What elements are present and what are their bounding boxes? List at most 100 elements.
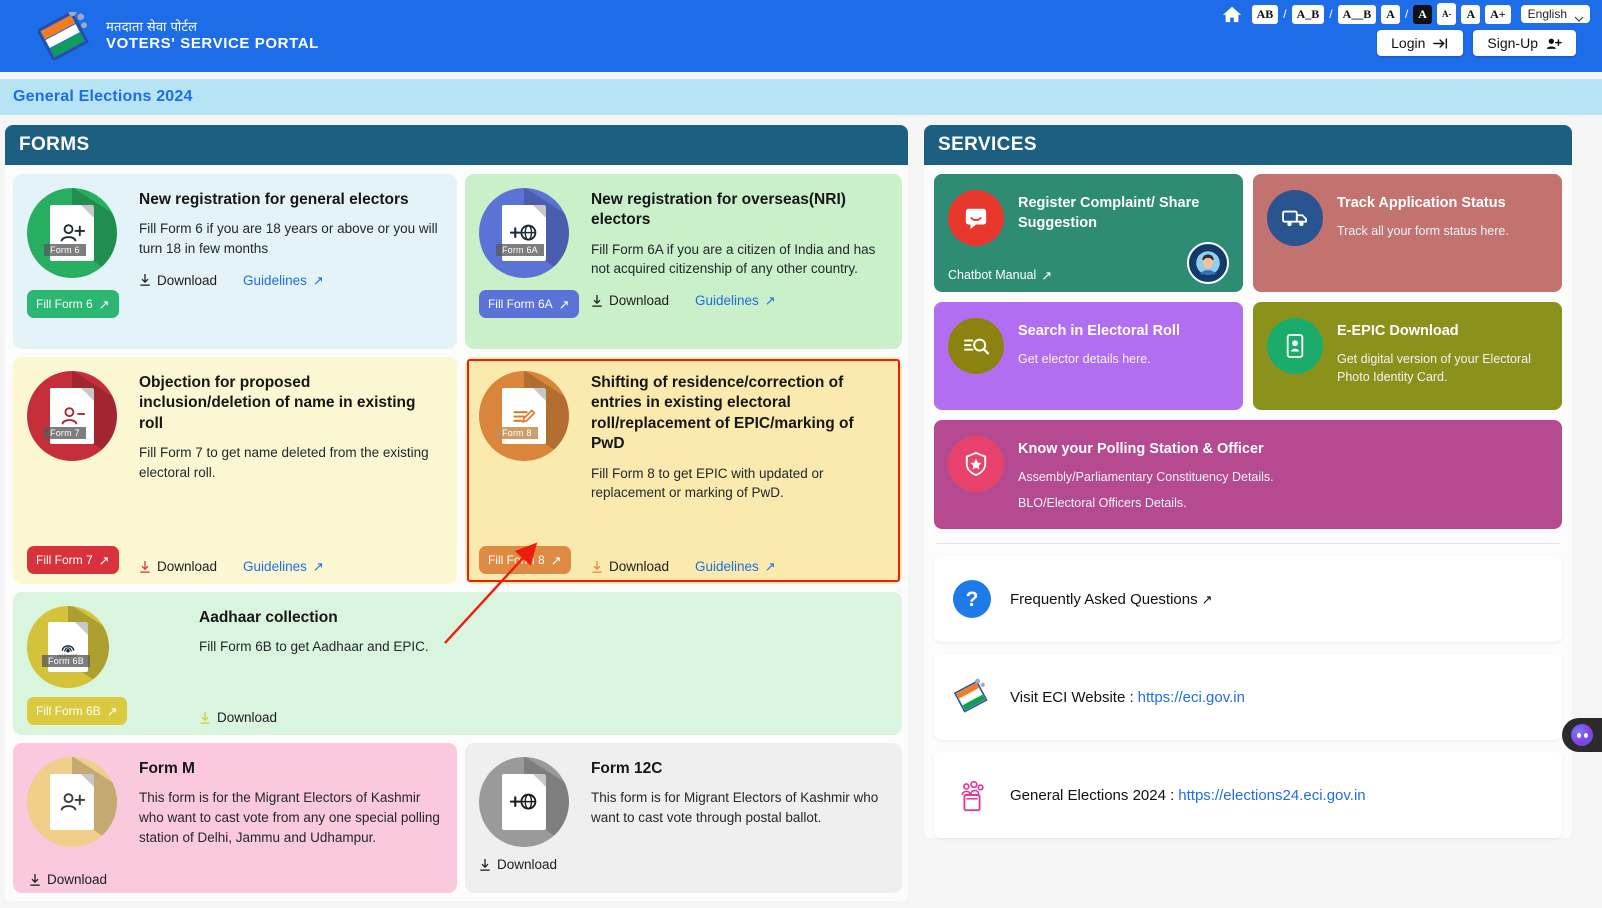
form-tag: Form 6A (495, 244, 544, 256)
service-subtitle-2: BLO/Electoral Officers Details. (1018, 496, 1187, 511)
font-increase-button[interactable]: A+ (1485, 4, 1511, 24)
avatar (1187, 242, 1229, 284)
form-tag: Form 6B (42, 655, 90, 667)
chatbot-manual-link[interactable]: Chatbot Manual ↗ (948, 268, 1052, 282)
fill-button-label: Fill Form 8 (487, 553, 545, 567)
link-card-eci-website[interactable]: Visit ECI Website : https://eci.gov.in (934, 654, 1562, 741)
contrast-normal-button[interactable]: A (1381, 4, 1400, 24)
link-card-faq[interactable]: ? Frequently Asked Questions ↗ (934, 556, 1562, 643)
download-link[interactable]: Download (29, 872, 107, 887)
fill-form-8-button[interactable]: Fill Form 8 ↗ (478, 546, 571, 574)
chatbot-face-icon (1571, 724, 1593, 746)
eci-website-text: Visit ECI Website : https://eci.gov.in (1010, 689, 1245, 706)
form-description: Fill Form 8 to get EPIC with updated or … (590, 465, 824, 501)
guidelines-label: Guidelines (695, 559, 759, 574)
external-link-icon: ↗ (764, 559, 776, 574)
download-label: Download (47, 872, 108, 887)
guidelines-label: Guidelines (243, 559, 307, 574)
fill-form-7-button[interactable]: Fill Form 7 ↗ (27, 546, 119, 574)
fill-form-6b-button[interactable]: Fill Form 6B ↗ (27, 697, 127, 725)
service-card-e-epic-download[interactable]: E-EPIC Download Get digital version of y… (1253, 302, 1562, 410)
forms-row: Form M This form is for the Migrant Elec… (5, 743, 908, 901)
brand[interactable]: मतदाता सेवा पोर्टल VOTERS' SERVICE PORTA… (36, 8, 319, 62)
form-card-form-6[interactable]: Form 6 Fill Form 6 ↗ New registration fo… (13, 174, 457, 349)
external-link-icon: ↗ (1201, 591, 1213, 607)
eci-website-url[interactable]: https://eci.gov.in (1138, 689, 1245, 706)
contrast-invert-button[interactable]: A (1413, 4, 1432, 24)
form-card-form-6b[interactable]: AADHAAR Form 6B Fill Form 6B ↗ Aadhaar c… (13, 592, 902, 735)
chatbot-eye-left (1576, 732, 1581, 738)
download-link[interactable]: Download (139, 273, 217, 288)
home-icon[interactable] (1221, 4, 1243, 24)
service-title: Register Complaint/ Share Suggestion (1018, 195, 1200, 231)
signup-button[interactable]: Sign-Up (1473, 30, 1576, 56)
forms-row: Form 7 Fill Form 7 ↗ Objection for propo… (5, 357, 908, 592)
fill-form-6a-button[interactable]: Fill Form 6A ↗ (478, 290, 579, 318)
form-actions: Download Guidelines ↗ (139, 273, 441, 288)
service-card-track-application-status[interactable]: Track Application Status Track all your … (1253, 174, 1562, 292)
chatbot-manual-label: Chatbot Manual (948, 268, 1037, 282)
language-label: English (1527, 7, 1567, 21)
guidelines-link[interactable]: Guidelines ↗ (695, 559, 776, 574)
font-default-button[interactable]: A (1461, 4, 1481, 24)
download-link[interactable]: Download (591, 559, 669, 574)
login-arrow-icon (1433, 37, 1448, 49)
form-card-form-7[interactable]: Form 7 Fill Form 7 ↗ Objection for propo… (13, 357, 457, 584)
service-card-register-complaint[interactable]: Register Complaint/ Share Suggestion Cha… (934, 174, 1243, 292)
form-card-form-m[interactable]: Form M This form is for the Migrant Elec… (13, 743, 457, 893)
form-12c-icon (478, 757, 569, 847)
letter-spacing-medium-button[interactable]: A_B (1291, 4, 1325, 24)
form-card-left: Download (478, 757, 577, 883)
services-panel-heading: SERVICES (924, 125, 1572, 165)
form-actions: Download Guidelines ↗ (591, 293, 886, 308)
download-label: Download (217, 710, 278, 725)
general-elections-url[interactable]: https://elections24.eci.gov.in (1178, 787, 1365, 804)
fill-button-label: Fill Form 6B (36, 704, 101, 718)
download-link[interactable]: Download (199, 710, 277, 725)
chat-icon (948, 190, 1004, 246)
guidelines-link[interactable]: Guidelines ↗ (695, 293, 776, 308)
language-selector[interactable]: English (1520, 5, 1590, 23)
form-card-form-6a[interactable]: Form 6A Fill Form 6A ↗ New registration … (464, 174, 902, 349)
form-m-icon (27, 757, 117, 847)
download-icon (140, 274, 150, 286)
form-card-form-8[interactable]: Form 8 Fill Form 8 ↗ Shifting of residen… (464, 357, 902, 584)
service-card-know-polling-station[interactable]: Know your Polling Station & Officer Asse… (934, 420, 1562, 530)
form-title: Objection for proposed inclusion/deletio… (139, 374, 416, 432)
download-icon (592, 560, 602, 573)
document-edit-icon (513, 408, 536, 423)
fill-form-6-button[interactable]: Fill Form 6 ↗ (27, 290, 119, 318)
question-icon: ? (952, 579, 992, 619)
external-link-icon: ↗ (312, 559, 324, 574)
download-link[interactable]: Download (479, 857, 577, 872)
form-card-form-12c[interactable]: Download Form 12C This form is for Migra… (464, 743, 902, 893)
form-actions: Download Guidelines ↗ (139, 559, 441, 574)
letter-spacing-wide-button[interactable]: A__B (1337, 4, 1377, 24)
form-card-right: New registration for overseas(NRI) elect… (591, 188, 886, 339)
guidelines-link[interactable]: Guidelines ↗ (243, 559, 324, 574)
download-icon (30, 873, 40, 886)
letter-spacing-normal-button[interactable]: AB (1251, 4, 1279, 24)
service-title: Know your Polling Station & Officer (1018, 441, 1264, 457)
chatbot-widget[interactable] (1562, 718, 1602, 752)
download-link[interactable]: Download (591, 293, 669, 308)
chatbot-eye-right (1583, 732, 1588, 738)
services-row: Register Complaint/ Share Suggestion Cha… (934, 174, 1562, 292)
form-title: Form 12C (590, 760, 663, 777)
guidelines-link[interactable]: Guidelines ↗ (243, 273, 324, 288)
service-card-search-electoral-roll[interactable]: Search in Electoral Roll Get elector det… (934, 302, 1243, 410)
svg-text:?: ? (966, 588, 979, 611)
font-decrease-button[interactable]: A- (1436, 3, 1457, 25)
login-button[interactable]: Login (1377, 30, 1464, 56)
form-description: This form is for the Migrant Electors of… (139, 790, 440, 845)
general-elections-text: General Elections 2024 : https://electio… (1010, 787, 1366, 804)
download-link[interactable]: Download (139, 559, 217, 574)
form-card-left: Form 8 Fill Form 8 ↗ (478, 371, 577, 574)
form-card-left: Form 7 Fill Form 7 ↗ (27, 371, 125, 574)
eci-website-label: Visit ECI Website : (1010, 688, 1134, 706)
link-card-general-elections[interactable]: General Elections 2024 : https://electio… (934, 752, 1562, 839)
id-card-icon (1267, 318, 1323, 374)
faq-label: Frequently Asked Questions (1010, 590, 1198, 608)
form-actions: Download (199, 710, 886, 725)
chevron-down-icon (1574, 11, 1584, 22)
